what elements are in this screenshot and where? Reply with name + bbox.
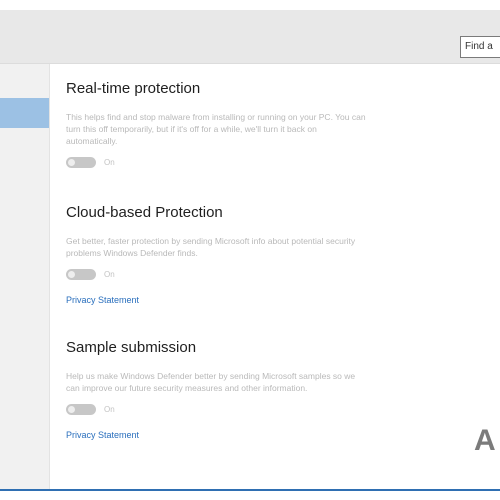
settings-content: Real-time protection This helps find and… (66, 64, 466, 484)
privacy-statement-link[interactable]: Privacy Statement (66, 295, 386, 305)
cloud-protection-toggle[interactable] (66, 268, 96, 280)
real-time-protection-toggle[interactable] (66, 156, 96, 168)
section-sample-submission: Sample submission Help us make Windows D… (66, 339, 386, 440)
section-title: Sample submission (66, 339, 197, 356)
watermark-logo: A (474, 424, 496, 457)
section-description: Get better, faster protection by sending… (66, 236, 356, 258)
section-cloud-based-protection: Cloud-based Protection Get better, faste… (66, 204, 386, 305)
accent-bottom-border (0, 489, 500, 491)
title-bar (0, 10, 500, 64)
toggle-state-label: On (104, 404, 115, 414)
section-description: Help us make Windows Defender better by … (66, 371, 356, 393)
section-title: Cloud-based Protection (66, 204, 223, 221)
section-real-time-protection: Real-time protection This helps find and… (66, 80, 386, 169)
sidebar-item-selected[interactable] (0, 98, 49, 128)
section-description: This helps find and stop malware from in… (66, 112, 366, 146)
section-title: Real-time protection (66, 80, 201, 97)
privacy-statement-link[interactable]: Privacy Statement (66, 430, 386, 440)
search-input[interactable]: Find a (460, 36, 500, 58)
toggle-row: On (66, 155, 386, 169)
toggle-state-label: On (104, 269, 115, 279)
sidebar (0, 64, 50, 489)
toggle-row: On (66, 267, 386, 281)
toggle-row: On (66, 402, 386, 416)
toggle-state-label: On (104, 157, 115, 167)
sample-submission-toggle[interactable] (66, 403, 96, 415)
